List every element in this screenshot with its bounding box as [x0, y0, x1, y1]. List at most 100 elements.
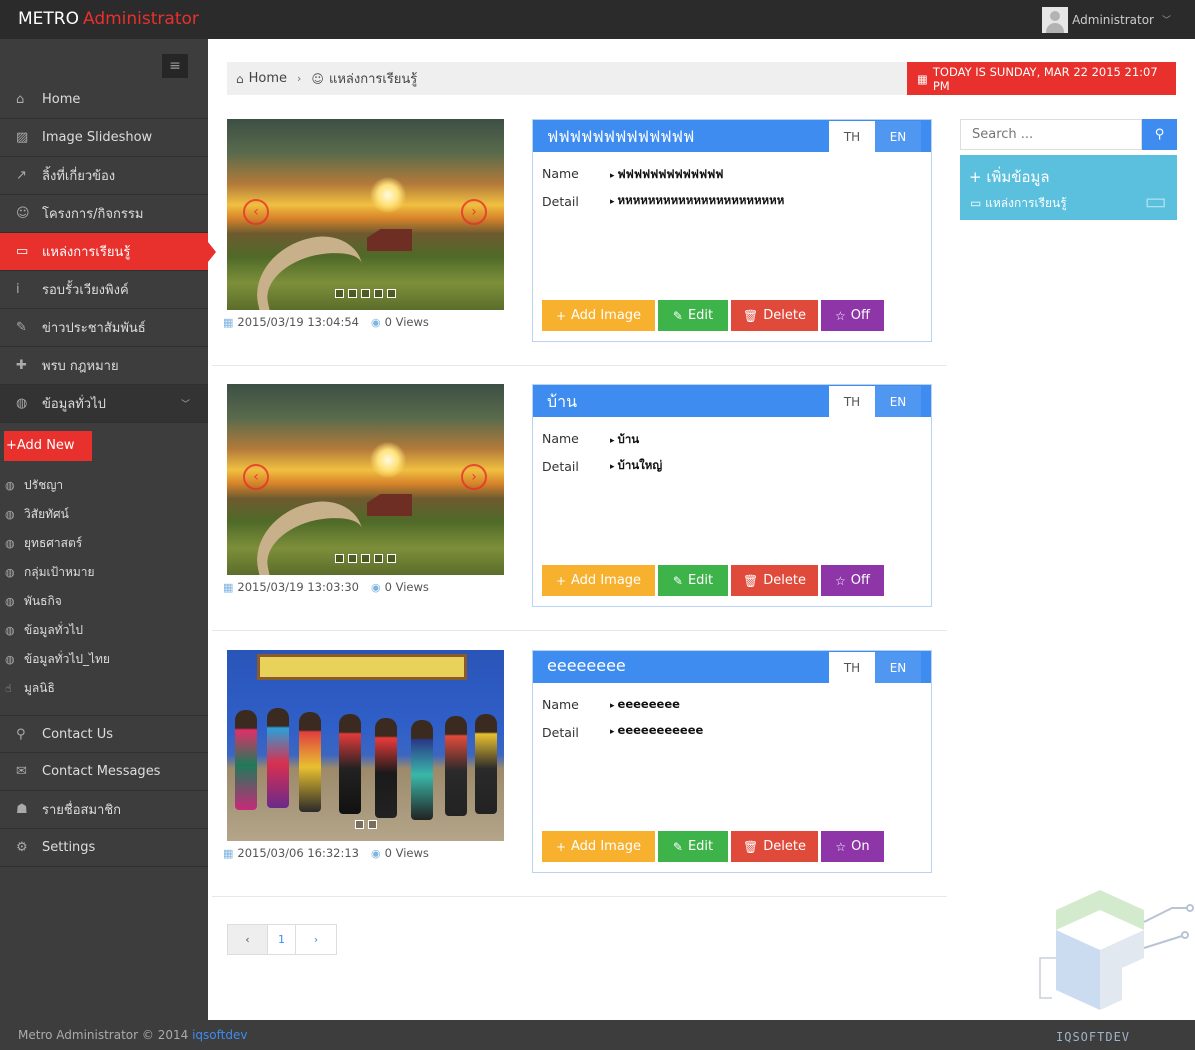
sidebar-item-home[interactable]: ⌂ Home: [0, 81, 208, 119]
tab-th[interactable]: TH: [829, 386, 875, 417]
submenu-item[interactable]: ◍ วิสัยทัศน์: [0, 500, 208, 529]
card-header: บ้าน TH EN: [533, 385, 931, 417]
delete-button[interactable]: 🗑 Delete: [731, 300, 818, 331]
submenu-item[interactable]: ◍ ปรัชญา: [0, 471, 208, 500]
calendar-icon: ▦: [223, 315, 234, 329]
slider-dot[interactable]: [387, 554, 396, 563]
entry-date: 2015/03/19 13:04:54: [237, 315, 359, 329]
slider-dot[interactable]: [361, 289, 370, 298]
sidebar-item-news[interactable]: ✎ ข่าวประชาสัมพันธ์: [0, 309, 208, 347]
top-navbar: METRO Administrator Administrator ﹀: [0, 0, 1195, 39]
breadcrumb-home[interactable]: Home: [249, 71, 287, 86]
slider-dot[interactable]: [374, 554, 383, 563]
sidebar-item-around[interactable]: i รอบรั้วเวียงพิงค์: [0, 271, 208, 309]
tab-en[interactable]: EN: [875, 121, 921, 152]
submenu-item[interactable]: ◍ ข้อมูลทั่วไป_ไทย: [0, 645, 208, 674]
sidebar-item-general-info[interactable]: ◍ ข้อมูลทั่วไป ﹀: [0, 385, 208, 423]
star-icon: ☆: [835, 839, 847, 854]
sidebar-item-image-slideshow[interactable]: ▨ Image Slideshow: [0, 119, 208, 157]
submenu-item[interactable]: ◍ ข้อมูลทั่วไป: [0, 616, 208, 645]
sidebar-item-learning-resources[interactable]: ▭ แหล่งการเรียนรู้: [0, 233, 216, 271]
slider-dot[interactable]: [354, 820, 364, 829]
search-icon: ⚲: [1154, 127, 1165, 142]
slider-dots: [227, 289, 504, 298]
slider-dot[interactable]: [387, 289, 396, 298]
slider-next-icon[interactable]: ›: [461, 199, 487, 225]
sidebar-item-members[interactable]: ☗ รายชื่อสมาชิก: [0, 791, 208, 829]
edit-icon: ✎: [672, 839, 683, 854]
entry-card: ฟฟฟฟฟฟฟฟฟฟฟฟฟ TH EN Name ฟฟฟฟฟฟฟฟฟฟฟฟฟ D…: [532, 119, 932, 342]
slider-next-icon[interactable]: ›: [461, 464, 487, 490]
submenu-item[interactable]: ☝ มูลนิธิ: [0, 674, 208, 703]
image-child: [411, 720, 433, 820]
add-image-button[interactable]: + Add Image: [542, 565, 655, 596]
search-button[interactable]: ⚲: [1142, 119, 1177, 150]
slider-dots: [227, 820, 504, 829]
add-image-button[interactable]: + Add Image: [542, 831, 655, 862]
laptop-icon: ▭: [970, 196, 986, 210]
edit-label: Edit: [687, 839, 714, 854]
edit-button[interactable]: ✎ Edit: [658, 300, 728, 331]
sidebar-item-label: ลิ้งที่เกี่ยวข้อง: [42, 169, 116, 184]
entry-image-slider[interactable]: ‹ ›: [227, 119, 504, 310]
search-input[interactable]: [960, 119, 1142, 150]
delete-button[interactable]: 🗑 Delete: [731, 565, 818, 596]
slider-dot[interactable]: [348, 554, 357, 563]
slider-dot[interactable]: [335, 554, 344, 563]
pagination-page-1[interactable]: 1: [268, 925, 296, 954]
submenu-general-info: +Add New ◍ ปรัชญา ◍ วิสัยทัศน์ ◍ ยุทธศาสตร์…: [0, 423, 208, 715]
user-menu[interactable]: Administrator ﹀: [1042, 6, 1171, 33]
sidebar-item-contact-us[interactable]: ⚲ Contact Us: [0, 715, 208, 753]
slider-dot[interactable]: [374, 289, 383, 298]
hamburger-icon: ≡: [169, 58, 181, 74]
submenu-item[interactable]: ◍ พันธกิจ: [0, 587, 208, 616]
image-barn: [367, 229, 412, 251]
sidebar-item-links[interactable]: ↗ ลิ้งที่เกี่ยวข้อง: [0, 157, 208, 195]
smile-icon: ☺: [16, 206, 30, 221]
add-image-button[interactable]: + Add Image: [542, 300, 655, 331]
edit-button[interactable]: ✎ Edit: [658, 565, 728, 596]
add-info-subtitle: ▭ แหล่งการเรียนรู้: [970, 194, 1067, 213]
tab-th[interactable]: TH: [829, 652, 875, 683]
detail-label: Detail: [542, 194, 579, 209]
logo-graphic: [1039, 890, 1194, 1010]
slider-dot[interactable]: [361, 554, 370, 563]
sidebar-menu: ⌂ Home ▨ Image Slideshow ↗ ลิ้งที่เกี่ยวข้อ…: [0, 81, 216, 867]
slider-dot[interactable]: [335, 289, 344, 298]
brand-logo[interactable]: METRO Administrator: [18, 9, 199, 29]
add-info-button[interactable]: + เพิ่มข้อมูล ▭ แหล่งการเรียนรู้ ▭: [960, 155, 1177, 220]
tab-th[interactable]: TH: [829, 121, 875, 152]
info-icon: i: [16, 282, 20, 297]
tab-en[interactable]: EN: [875, 652, 921, 683]
home-icon: ⌂: [236, 71, 244, 86]
slider-prev-icon[interactable]: ‹: [243, 199, 269, 225]
delete-label: Delete: [763, 308, 806, 323]
submenu-item[interactable]: ◍ ยุทธศาสตร์: [0, 529, 208, 558]
pagination-next-button[interactable]: ›: [296, 925, 336, 954]
entry-image-slider[interactable]: ‹ ›: [227, 384, 504, 575]
add-image-label: Add Image: [571, 573, 642, 588]
slider-dot[interactable]: [348, 289, 357, 298]
sidebar-item-label: แหล่งการเรียนรู้: [42, 245, 131, 260]
chevron-left-icon: ‹: [245, 933, 250, 946]
pagination-prev-button[interactable]: ‹: [228, 925, 268, 954]
edit-button[interactable]: ✎ Edit: [658, 831, 728, 862]
toggle-status-button[interactable]: ☆ Off: [821, 300, 884, 331]
slider-prev-icon[interactable]: ‹: [243, 464, 269, 490]
sidebar-item-projects[interactable]: ☺ โครงการ/กิจกรรม: [0, 195, 208, 233]
entry-card: บ้าน TH EN Name บ้าน Detail บ้านใหญ่ + Ad…: [532, 384, 932, 607]
delete-button[interactable]: 🗑 Delete: [731, 831, 818, 862]
add-new-button[interactable]: +Add New: [4, 431, 92, 461]
footer-link[interactable]: iqsoftdev: [192, 1028, 247, 1042]
sidebar-item-settings[interactable]: ⚙ Settings: [0, 829, 208, 867]
detail-value: eeeeeeeeeee: [610, 723, 704, 737]
tab-en[interactable]: EN: [875, 386, 921, 417]
toggle-status-button[interactable]: ☆ Off: [821, 565, 884, 596]
toggle-status-button[interactable]: ☆ On: [821, 831, 884, 862]
menu-toggle-button[interactable]: ≡: [162, 54, 188, 78]
sidebar-item-law[interactable]: ✚ พรบ กฎหมาย: [0, 347, 208, 385]
sidebar-item-contact-messages[interactable]: ✉ Contact Messages: [0, 753, 208, 791]
submenu-item[interactable]: ◍ กลุ่มเป้าหมาย: [0, 558, 208, 587]
entry-image-slider[interactable]: [227, 650, 504, 841]
slider-dot[interactable]: [367, 820, 377, 829]
